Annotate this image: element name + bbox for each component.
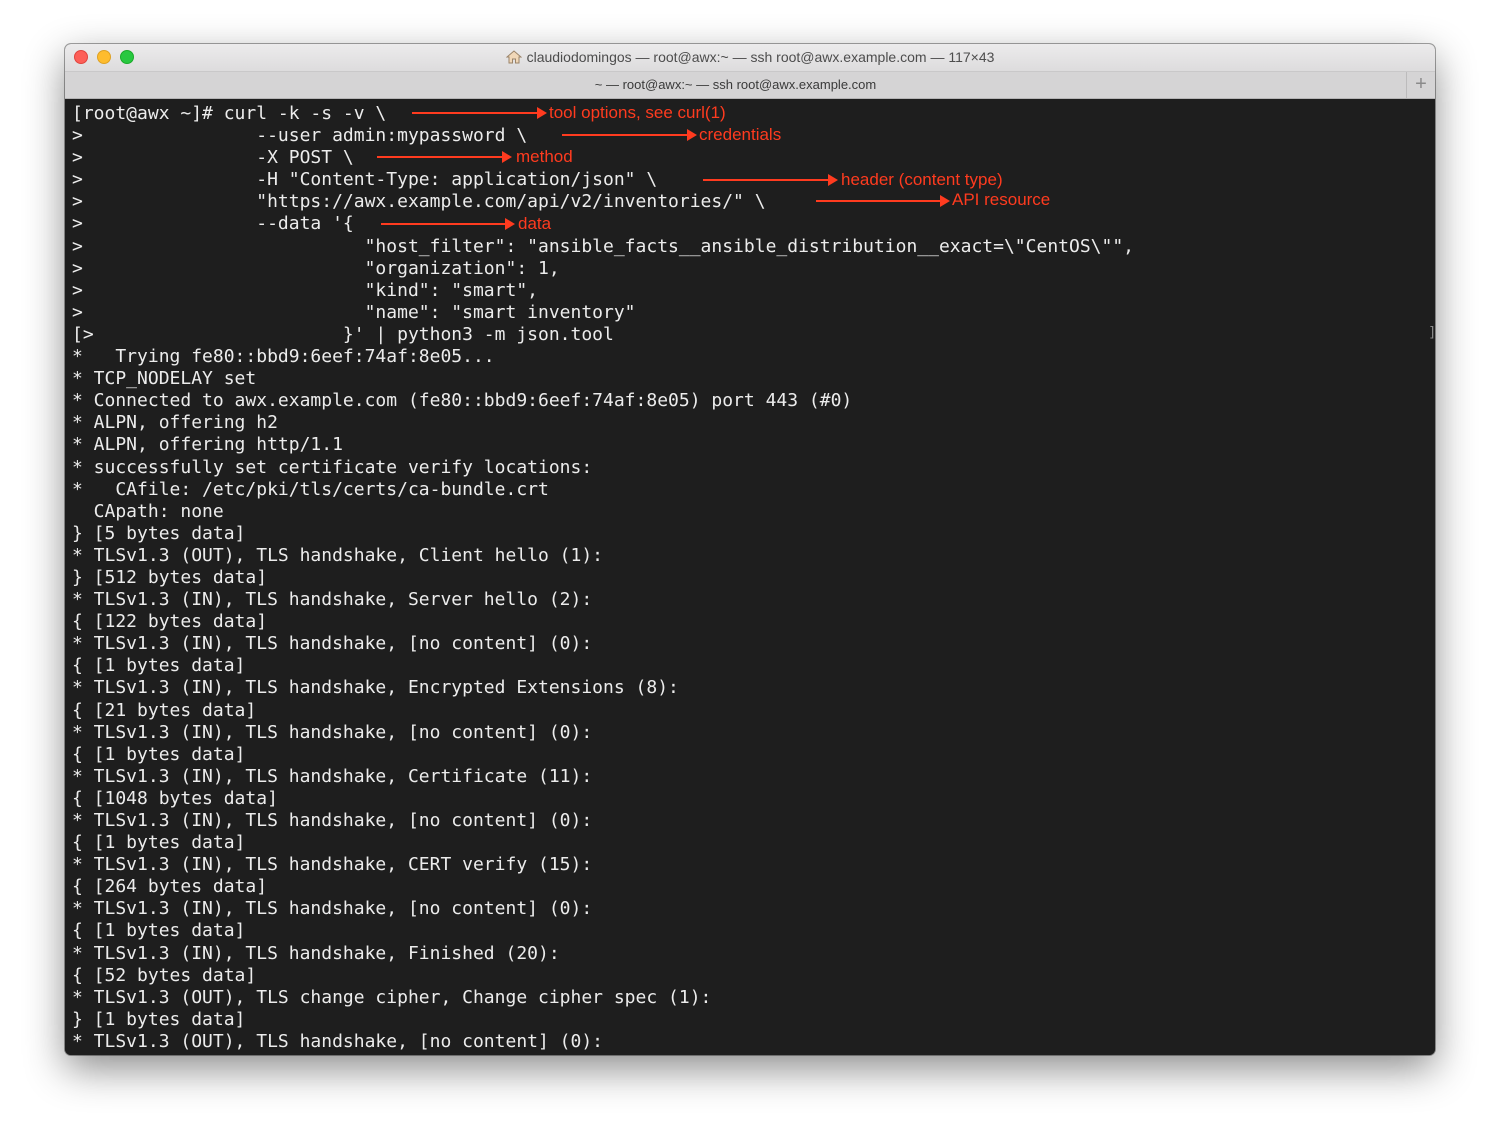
terminal-line: * TLSv1.3 (IN), TLS handshake, Encrypted… bbox=[72, 677, 679, 699]
new-tab-button[interactable]: + bbox=[1406, 72, 1435, 98]
arrow-tool-options bbox=[412, 107, 547, 119]
terminal-window: claudiodomingos — root@awx:~ — ssh root@… bbox=[65, 44, 1435, 1055]
terminal-line: * TLSv1.3 (IN), TLS handshake, Finished … bbox=[72, 942, 560, 964]
terminal-line: { [1 bytes data] bbox=[72, 832, 246, 854]
terminal-line: * Trying fe80::bbd9:6eef:74af:8e05... bbox=[72, 346, 495, 368]
terminal-line: { [1 bytes data] bbox=[72, 743, 246, 765]
annotation-method: method bbox=[516, 147, 573, 166]
terminal-line: } [1 bytes data] bbox=[72, 1008, 246, 1030]
terminal-line: * Connected to awx.example.com (fe80::bb… bbox=[72, 390, 853, 412]
annotation-api-resource: API resource bbox=[952, 190, 1051, 209]
terminal-line: * TCP_NODELAY set bbox=[72, 368, 257, 390]
terminal-lines: [root@awx ~]# curl -k -s -v \ > --user ad… bbox=[72, 103, 1134, 1053]
selection-marker: ] bbox=[1428, 325, 1435, 341]
arrow-method bbox=[377, 151, 512, 163]
title-bar[interactable]: claudiodomingos — root@awx:~ — ssh root@… bbox=[65, 44, 1435, 72]
terminal-line: * TLSv1.3 (IN), TLS handshake, [no conte… bbox=[72, 810, 593, 831]
arrow-api-resource bbox=[816, 195, 950, 207]
arrow-header bbox=[703, 174, 838, 186]
terminal-line: * TLSv1.3 (IN), TLS handshake, [no conte… bbox=[72, 633, 593, 655]
terminal-line: > "kind": "smart", bbox=[72, 279, 538, 301]
terminal-line: * TLSv1.3 (IN), TLS handshake, CERT veri… bbox=[72, 854, 593, 876]
terminal-line: * successfully set certificate verify lo… bbox=[72, 456, 593, 478]
terminal-line: > "organization": 1, bbox=[72, 257, 560, 279]
terminal-line: > "name": "smart inventory" bbox=[72, 301, 636, 323]
terminal-line: * TLSv1.3 (OUT), TLS handshake, [no cont… bbox=[72, 1030, 604, 1052]
terminal-line: } [512 bytes data] bbox=[72, 566, 268, 588]
arrow-data bbox=[381, 218, 515, 230]
terminal-line: * TLSv1.3 (OUT), TLS change cipher, Chan… bbox=[72, 986, 712, 1008]
terminal-line: { [122 bytes data] bbox=[72, 611, 268, 633]
terminal-line: { [21 bytes data] bbox=[72, 699, 257, 721]
terminal-line: * TLSv1.3 (IN), TLS handshake, Certifica… bbox=[72, 765, 593, 787]
terminal-line: CApath: none bbox=[72, 500, 224, 522]
tab-ssh-session[interactable]: ~ — root@awx:~ — ssh root@awx.example.co… bbox=[65, 72, 1406, 98]
terminal-line: * CAfile: /etc/pki/tls/certs/ca-bundle.c… bbox=[72, 478, 549, 500]
terminal-line: * TLSv1.3 (IN), TLS handshake, [no conte… bbox=[72, 721, 593, 743]
terminal-line: { [264 bytes data] bbox=[72, 876, 268, 898]
terminal-line: { [52 bytes data] bbox=[72, 964, 257, 986]
terminal-line: * TLSv1.3 (IN), TLS handshake, Server he… bbox=[72, 589, 593, 611]
tab-bar: ~ — root@awx:~ — ssh root@awx.example.co… bbox=[65, 72, 1435, 99]
terminal-line: { [1048 bytes data] bbox=[72, 787, 278, 809]
home-icon bbox=[505, 50, 522, 64]
terminal-output[interactable]: [root@awx ~]# curl -k -s -v \ > --user ad… bbox=[65, 99, 1435, 1055]
terminal-line: [> }' | python3 -m json.tool bbox=[72, 323, 614, 345]
terminal-line: > --user admin:mypassword \ bbox=[72, 125, 528, 147]
window-title-text: claudiodomingos — root@awx:~ — ssh root@… bbox=[526, 49, 995, 65]
annotation-header: header (content type) bbox=[841, 170, 1003, 189]
terminal-line: > "host_filter": "ansible_facts__ansible… bbox=[72, 235, 1135, 257]
terminal-line: } [5 bytes data] bbox=[72, 522, 246, 544]
annotation-credentials: credentials bbox=[699, 125, 782, 144]
terminal-line: > --data '{ bbox=[72, 213, 354, 235]
annotation-data: data bbox=[518, 214, 552, 233]
annotation-tool-options: tool options, see curl(1) bbox=[549, 103, 726, 122]
window-title: claudiodomingos — root@awx:~ — ssh root@… bbox=[65, 44, 1435, 71]
terminal-line: * ALPN, offering h2 bbox=[72, 412, 278, 434]
terminal-line: > -X POST \ bbox=[72, 147, 354, 169]
terminal-line: { [1 bytes data] bbox=[72, 655, 246, 677]
arrow-credentials bbox=[562, 129, 697, 141]
terminal-line: * ALPN, offering http/1.1 bbox=[72, 434, 343, 456]
terminal-line: * TLSv1.3 (IN), TLS handshake, [no conte… bbox=[72, 898, 593, 920]
terminal-line: * TLSv1.3 (OUT), TLS handshake, Client h… bbox=[72, 544, 604, 566]
terminal-line: { [1 bytes data] bbox=[72, 920, 246, 942]
